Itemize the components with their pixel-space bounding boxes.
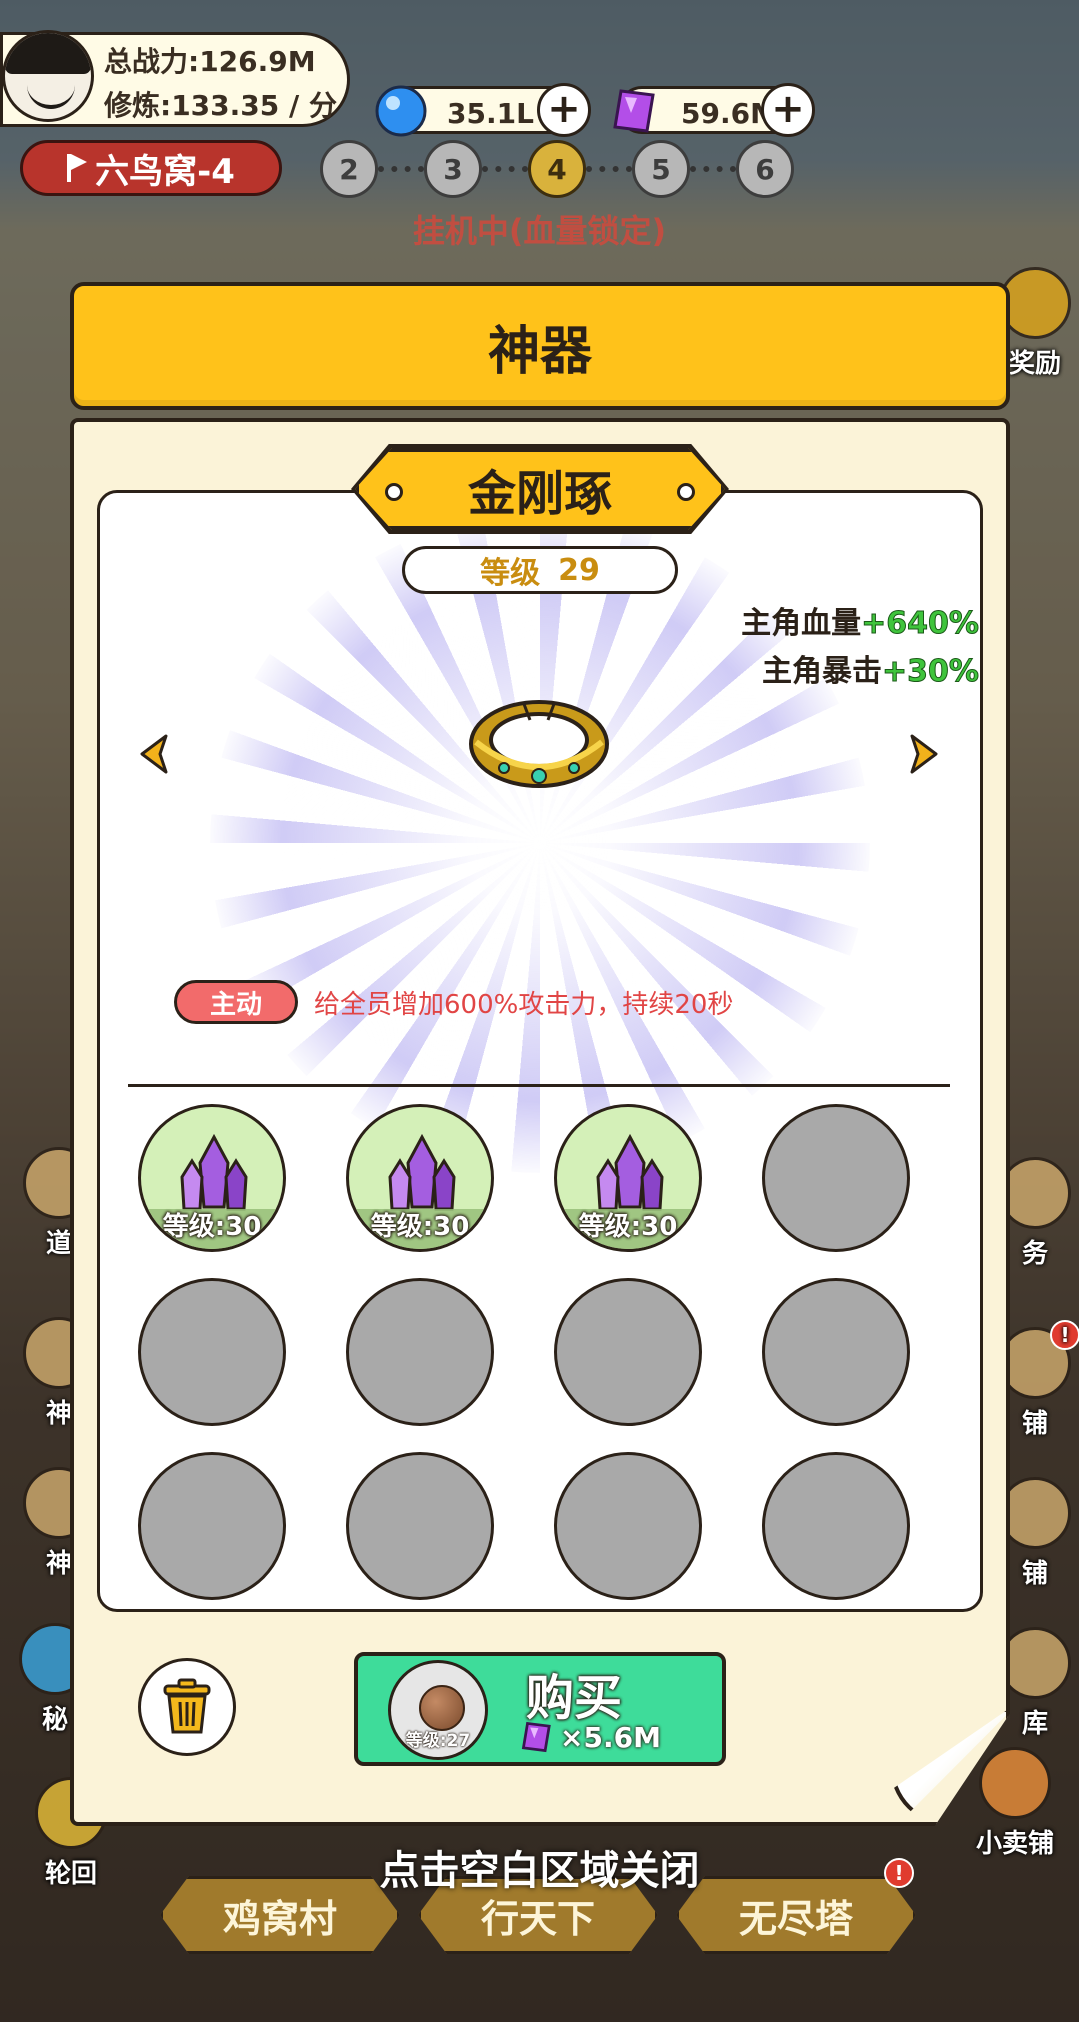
modal-title: 神器 <box>70 282 1010 410</box>
gem-slot-grid: 等级:30 等级:30 等级:30 <box>138 1104 910 1600</box>
artifact-name: 金刚琢 <box>467 466 612 522</box>
stat-hp-bonus: 主角血量+640% <box>741 598 979 642</box>
side-button-label: 库 <box>1021 1709 1048 1739</box>
stat-label: 主角暴击 <box>762 654 883 689</box>
stage-node-6: 6 <box>736 140 794 198</box>
gem-slot-12-empty[interactable] <box>762 1452 910 1600</box>
stat-label: 主角血量 <box>741 606 862 641</box>
stage-node-5: 5 <box>632 140 690 198</box>
slot-level: 等级:30 <box>162 1212 262 1242</box>
golden-bracelet-icon <box>469 700 609 788</box>
blue-orb-icon <box>375 85 427 137</box>
skill-description: 给全员增加600%攻击力，持续20秒 <box>314 990 734 1020</box>
stat-crit-bonus: 主角暴击+30% <box>762 646 979 690</box>
stage-node-2: 2 <box>320 140 378 198</box>
stage-node-4-current: 4 <box>528 140 586 198</box>
shop-icon <box>979 1747 1051 1819</box>
blue-currency-value: 35.1L <box>447 97 534 130</box>
gem-slot-3[interactable]: 等级:30 <box>554 1104 702 1252</box>
flag-icon <box>67 154 88 182</box>
side-button-label: 神 <box>45 1399 72 1429</box>
stat-value: +30% <box>882 654 980 690</box>
gem-slot-2[interactable]: 等级:30 <box>346 1104 494 1252</box>
stage-node-3: 3 <box>424 140 482 198</box>
slot-level: 等级:30 <box>578 1212 678 1242</box>
avatar-mouth <box>27 83 75 109</box>
plate-rivet-right <box>677 483 695 501</box>
previous-artifact-button[interactable] <box>134 730 174 778</box>
side-button-label: 神 <box>45 1549 72 1579</box>
purple-gem-icon <box>521 1721 551 1753</box>
gem-slot-11-empty[interactable] <box>554 1452 702 1600</box>
slot-level: 等级:30 <box>370 1212 470 1242</box>
stage-connector <box>586 166 632 172</box>
add-purple-currency-button[interactable]: + <box>761 83 815 137</box>
stage-progress-track: 2 3 4 5 6 <box>320 138 794 200</box>
idle-status-text: 挂机中(血量锁定) <box>412 212 667 250</box>
gem-slot-4-empty[interactable] <box>762 1104 910 1252</box>
gem-slot-7-empty[interactable] <box>554 1278 702 1426</box>
gem-slot-1[interactable]: 等级:30 <box>138 1104 286 1252</box>
side-button-label: 务 <box>1021 1239 1048 1269</box>
artifact-level-pill: 等级 29 <box>402 546 678 594</box>
level-label: 等级 <box>480 556 541 591</box>
side-button-label: 铺 <box>1021 1559 1048 1589</box>
buy-price-value: ×5.6M <box>560 1720 661 1754</box>
gem-slot-5-empty[interactable] <box>138 1278 286 1426</box>
add-blue-currency-button[interactable]: + <box>537 83 591 137</box>
side-button-label: 铺 <box>1021 1409 1048 1439</box>
blue-currency-bar: 35.1L + <box>375 83 591 137</box>
stage-connector <box>690 166 736 172</box>
chevron-left-icon <box>140 734 168 774</box>
chevron-right-icon <box>910 734 938 774</box>
buy-item-level: 等级:27 <box>405 1731 471 1751</box>
stage-connector <box>378 166 424 172</box>
side-button-label: 奖励 <box>1008 349 1061 379</box>
buy-price: ×5.6M <box>518 1718 661 1756</box>
close-hint-text[interactable]: 点击空白区域关闭 <box>0 1838 1079 1896</box>
gem-slot-10-empty[interactable] <box>346 1452 494 1600</box>
cultivation-rate-text: 修炼:133.35 / 分 <box>104 89 337 122</box>
purple-currency-bar: 59.6M + <box>613 83 815 137</box>
level-value: 29 <box>558 552 600 588</box>
buy-item-thumbnail: 等级:27 <box>388 1660 488 1760</box>
side-button-label: 道 <box>45 1229 72 1259</box>
gem-slot-8-empty[interactable] <box>762 1278 910 1426</box>
avatar-hair <box>5 33 91 75</box>
skill-type-tag: 主动 <box>174 980 298 1024</box>
artifact-name-plate: 金刚琢 <box>355 448 725 530</box>
stage-name-label: 六鸟窝-4 <box>95 151 235 192</box>
player-avatar[interactable] <box>2 30 94 122</box>
plate-rivet-left <box>385 483 403 501</box>
purple-gem-icon <box>613 89 655 133</box>
gem-slot-6-empty[interactable] <box>346 1278 494 1426</box>
stage-name-button[interactable]: 六鸟窝-4 <box>20 140 282 196</box>
trash-icon <box>163 1678 211 1734</box>
stage-connector <box>482 166 528 172</box>
side-button-label: 秘 <box>41 1705 68 1735</box>
notification-badge: ! <box>1050 1320 1079 1350</box>
section-divider <box>128 1084 950 1087</box>
gem-slot-9-empty[interactable] <box>138 1452 286 1600</box>
buy-button[interactable]: 等级:27 购买 ×5.6M <box>354 1652 726 1766</box>
stat-value: +640% <box>861 606 980 642</box>
discard-button[interactable] <box>138 1658 236 1756</box>
next-artifact-button[interactable] <box>904 730 944 778</box>
brown-ball-icon <box>419 1685 465 1731</box>
total-power-text: 总战力:126.9M <box>104 45 316 78</box>
